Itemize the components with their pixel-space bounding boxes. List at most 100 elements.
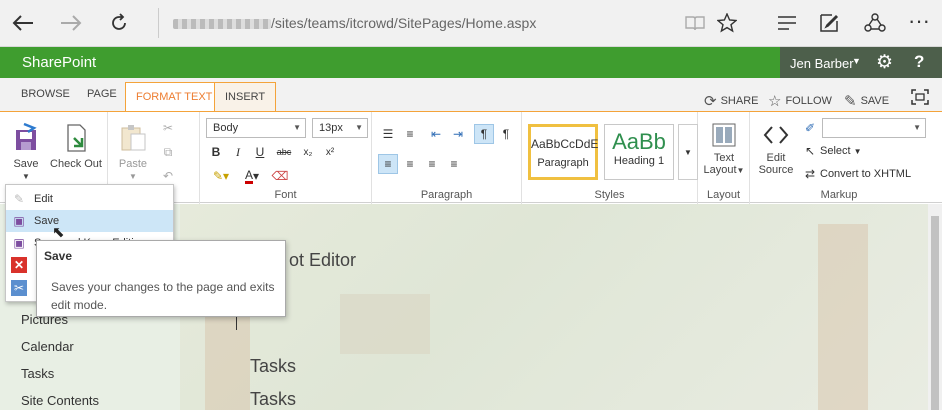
background-monitor <box>340 294 430 354</box>
page-title: ot Editor <box>289 250 357 270</box>
browser-toolbar: /sites/teams/itcrowd/SitePages/Home.aspx… <box>0 0 942 47</box>
align-right-icon[interactable]: ≡ <box>422 154 442 174</box>
favorite-star-icon[interactable] <box>712 8 742 38</box>
layout-group: Text Layout▼ Layout <box>698 112 750 204</box>
cut-scissors-icon[interactable]: ✂ <box>158 118 178 138</box>
share-icon: ⟳ <box>704 93 717 110</box>
save-disk-small-icon: ▣ <box>13 214 25 228</box>
font-color-icon[interactable]: A ▾ <box>238 166 266 186</box>
tab-format-text[interactable]: FORMAT TEXT <box>125 82 224 112</box>
rtl-direction-icon[interactable]: ¶ <box>496 124 516 144</box>
italic-icon[interactable]: I <box>228 142 248 162</box>
forward-arrow-icon[interactable] <box>56 8 86 38</box>
underline-icon[interactable]: U <box>250 142 270 162</box>
share-browser-icon[interactable] <box>860 8 890 38</box>
increase-indent-icon[interactable]: ⇥ <box>448 124 468 144</box>
style-heading-1[interactable]: AaBb Heading 1 <box>604 124 674 180</box>
save-ribbon-button[interactable]: Save ▼ <box>8 122 44 183</box>
font-size-value: 13px <box>319 122 343 134</box>
align-center-icon[interactable]: ≡ <box>400 154 420 174</box>
highlight-color-icon[interactable]: ✎▾ <box>206 166 236 186</box>
nav-item-site-contents[interactable]: Site Contents <box>21 393 99 408</box>
undo-icon[interactable]: ↶ <box>158 166 178 186</box>
font-group: Body ▼ 13px ▼ B I U abc x₂ x² ✎▾ A ▾ ⌫ Font <box>200 112 372 204</box>
font-size-chevron-down-icon: ▼ <box>355 123 363 132</box>
tab-browse[interactable]: BROWSE <box>21 88 70 100</box>
save-chevron-down-icon[interactable]: ▼ <box>22 172 30 181</box>
align-left-icon[interactable]: ≡ <box>378 154 398 174</box>
styles-group: AaBbCcDdE Paragraph AaBb Heading 1 ▼ Sty… <box>522 112 698 204</box>
share-label: SHARE <box>720 95 759 107</box>
save-keep-editing-icon: ▣ <box>13 236 25 250</box>
nav-item-tasks[interactable]: Tasks <box>21 366 54 381</box>
convert-xhtml-button[interactable]: Convert to XHTML <box>820 168 911 180</box>
follow-label: FOLLOW <box>785 95 832 107</box>
justify-icon[interactable]: ≡ <box>444 154 464 174</box>
share-action[interactable]: ⟳ SHARE <box>704 92 758 110</box>
style-paragraph[interactable]: AaBbCcDdE Paragraph <box>528 124 598 180</box>
mouse-cursor-icon: ⬉ <box>52 224 65 241</box>
subscript-icon[interactable]: x₂ <box>298 142 318 162</box>
text-layout-button[interactable]: Text Layout▼ <box>702 122 746 177</box>
decrease-indent-icon[interactable]: ⇤ <box>426 124 446 144</box>
scrollbar[interactable] <box>928 204 942 410</box>
layout-group-label: Layout <box>706 189 741 201</box>
bulleted-list-icon[interactable]: ☰ <box>378 124 398 144</box>
address-bar[interactable]: /sites/teams/itcrowd/SitePages/Home.aspx <box>158 8 658 38</box>
styles-scroll-icon[interactable]: ▼ <box>678 124 698 180</box>
convert-xhtml-icon: ⇄ <box>804 167 816 181</box>
user-chevron-down-icon[interactable]: ▼ <box>852 56 861 66</box>
menu-item-save[interactable]: ▣ Save <box>6 210 173 232</box>
edit-source-label-2: Source <box>758 164 794 176</box>
web-note-icon[interactable] <box>814 8 844 38</box>
brand-title[interactable]: SharePoint <box>22 54 96 71</box>
tab-insert[interactable]: INSERT <box>214 82 277 112</box>
back-arrow-icon[interactable] <box>8 8 38 38</box>
select-button[interactable]: Select ▼ <box>820 145 862 157</box>
clear-format-icon[interactable]: ⌫ <box>270 166 290 186</box>
font-family-chevron-down-icon: ▼ <box>293 123 301 132</box>
language-select[interactable]: ▼ <box>822 118 926 138</box>
style-heading-name: Heading 1 <box>613 155 665 167</box>
copy-icon[interactable]: ⧉ <box>158 142 178 162</box>
hub-icon[interactable] <box>772 8 802 38</box>
markup-group-label: Markup <box>820 189 858 201</box>
scrollbar-thumb[interactable] <box>931 216 939 410</box>
suite-bar: SharePoint Jen Barber ▼ ⚙ ? <box>0 47 942 78</box>
text-layout-icon <box>712 123 736 147</box>
save-ribbon-label: Save <box>13 158 39 170</box>
focus-content-icon[interactable] <box>911 89 929 105</box>
help-icon[interactable]: ? <box>914 52 924 72</box>
text-layout-label-1: Text <box>713 152 735 164</box>
tasks-heading-2: Tasks <box>250 389 297 409</box>
font-size-select[interactable]: 13px ▼ <box>312 118 368 138</box>
save-action[interactable]: ✎ SAVE <box>844 92 889 110</box>
reading-view-icon[interactable] <box>680 8 710 38</box>
paste-chevron-down-icon[interactable]: ▼ <box>129 172 137 181</box>
more-menu-icon[interactable]: ··· <box>904 6 934 36</box>
check-out-button[interactable]: Check Out <box>50 122 102 170</box>
url-path: /sites/teams/itcrowd/SitePages/Home.aspx <box>271 15 537 31</box>
menu-item-edit[interactable]: ✎ Edit <box>6 188 173 210</box>
numbered-list-icon[interactable]: ≡ <box>400 124 420 144</box>
tasks-heading-1: Tasks <box>250 356 297 376</box>
stop-editing-x-icon: ✕ <box>11 257 27 273</box>
paragraph-group: ☰ ≡ ⇤ ⇥ ¶ ¶ ≡ ≡ ≡ ≡ Paragraph <box>372 112 522 204</box>
user-name[interactable]: Jen Barber <box>790 56 854 71</box>
follow-action[interactable]: ☆ FOLLOW <box>768 92 832 110</box>
gear-icon[interactable]: ⚙ <box>876 51 893 74</box>
language-icon[interactable]: ✐ <box>800 118 820 138</box>
select-cursor-icon: ↖ <box>804 144 816 158</box>
nav-item-calendar[interactable]: Calendar <box>21 339 74 354</box>
tab-page[interactable]: PAGE <box>87 88 117 100</box>
edit-properties-icon: ✂ <box>11 280 27 296</box>
superscript-icon[interactable]: x² <box>320 142 340 162</box>
save-label: SAVE <box>860 95 890 107</box>
ltr-direction-icon[interactable]: ¶ <box>474 124 494 144</box>
paste-button[interactable]: Paste ▼ <box>116 122 150 183</box>
refresh-icon[interactable] <box>104 8 134 38</box>
bold-icon[interactable]: B <box>206 142 226 162</box>
strikethrough-icon[interactable]: abc <box>272 142 296 162</box>
font-family-select[interactable]: Body ▼ <box>206 118 306 138</box>
edit-source-button[interactable]: Edit Source <box>754 122 798 176</box>
